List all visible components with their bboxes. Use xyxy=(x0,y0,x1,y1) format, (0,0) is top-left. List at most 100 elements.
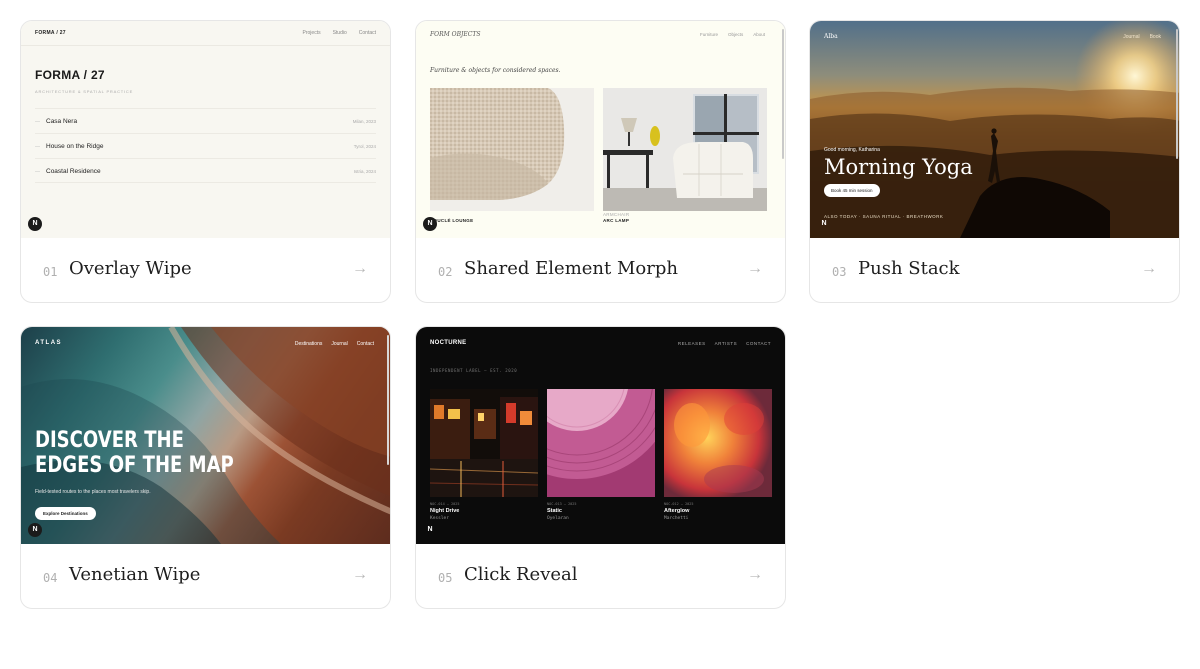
badge-icon: N xyxy=(423,217,437,231)
sunset-mountain-image xyxy=(810,21,1179,238)
arrow-right-icon[interactable]: → xyxy=(747,566,763,584)
preview-nav-item: Contact xyxy=(358,30,376,36)
arrow-right-icon[interactable]: → xyxy=(352,260,368,278)
preview-heading: Morning Yoga xyxy=(824,155,973,179)
preview-logo: Alba xyxy=(824,33,838,40)
project-name: Casa Nera xyxy=(46,118,78,125)
card-title: Venetian Wipe xyxy=(69,564,201,585)
dash-icon: — xyxy=(35,119,40,125)
book-session-button: Book 45 min session xyxy=(824,184,880,197)
badge-icon: N xyxy=(28,523,42,537)
arrow-right-icon[interactable]: → xyxy=(352,566,368,584)
preview-nav-item: RELEASES xyxy=(677,341,706,346)
card-preview: FORM OBJECTS Furniture Objects About Furni… xyxy=(416,21,785,238)
release-cover-afterglow xyxy=(664,389,772,497)
preview-tagline: INDEPENDENT LABEL — EST. 2020 xyxy=(430,368,518,373)
preview-nav: RELEASES ARTISTS CONTACT xyxy=(669,341,771,346)
greeting-text: Good morning, Katharina xyxy=(824,147,880,153)
preview-nav-item: Journal xyxy=(1123,34,1140,40)
release-meta: NOC-012 — 2025 xyxy=(664,502,694,506)
preview-nav-item: Furniture xyxy=(699,32,718,37)
preview-nav-item: Objects xyxy=(727,32,744,37)
preview-logo: FORM OBJECTS xyxy=(430,31,481,38)
badge-icon: N xyxy=(28,217,42,231)
project-name: Coastal Residence xyxy=(46,168,101,175)
arrow-right-icon[interactable]: → xyxy=(747,260,763,278)
preview-scrollbar xyxy=(1176,29,1178,160)
release-name: Night Drive xyxy=(430,508,460,514)
preview-description: Field-tested routes to the places most t… xyxy=(35,489,151,495)
transition-card-push-stack[interactable]: Alba Journal Book Good morning, Katharina… xyxy=(809,20,1180,303)
preview-tagline: Furniture & objects for considered space… xyxy=(430,67,561,74)
product-image-boucle-chair xyxy=(430,88,594,211)
transition-card-venetian-wipe[interactable]: ATLAS Destinations Journal Contact DISCOVE… xyxy=(20,326,391,609)
badge-icon: N xyxy=(427,526,433,533)
card-title: Shared Element Morph xyxy=(464,258,678,279)
card-number: 02 xyxy=(438,265,453,279)
transition-card-overlay-wipe[interactable]: FORMA / 27 Projects Studio Contact FORMA /… xyxy=(20,20,391,303)
release-name: Static xyxy=(547,508,562,514)
arrow-right-icon[interactable]: → xyxy=(1141,260,1157,278)
card-title: Click Reveal xyxy=(464,564,578,585)
release-artist: Oyelaran xyxy=(547,516,569,521)
transition-card-shared-element-morph[interactable]: FORM OBJECTS Furniture Objects About Furni… xyxy=(415,20,786,303)
project-row: — Casa Nera Milan, 2023 xyxy=(35,108,376,133)
release-meta: NOC-014 — 2025 xyxy=(430,502,460,506)
card-footer: 01 Overlay Wipe → xyxy=(21,238,390,302)
project-name: House on the Ridge xyxy=(46,143,104,150)
preview-nav-item: Destinations xyxy=(294,341,323,347)
explore-destinations-button: Explore Destinations xyxy=(35,507,96,520)
card-preview: ATLAS Destinations Journal Contact DISCOVE… xyxy=(21,327,390,544)
release-cover-static xyxy=(547,389,655,497)
card-footer: 03 Push Stack → xyxy=(810,238,1179,302)
preview-subtitle: ARCHITECTURE & SPATIAL PRACTICE xyxy=(35,89,134,94)
dash-icon: — xyxy=(35,169,40,175)
card-footer: 02 Shared Element Morph → xyxy=(416,238,785,302)
badge-icon: N xyxy=(821,220,827,227)
transition-card-click-reveal[interactable]: NOCTURNE RELEASES ARTISTS CONTACT INDEPEND… xyxy=(415,326,786,609)
project-meta: Tyrol, 2024 xyxy=(353,144,376,149)
preview-nav: Furniture Objects About xyxy=(690,32,765,37)
preview-nav-item: Contact xyxy=(356,341,374,347)
preview-nav: Destinations Journal Contact xyxy=(286,341,374,347)
also-today-text: ALSO TODAY · SAUNA RITUAL · BREATHWORK xyxy=(824,214,944,219)
release-artist: Kessler xyxy=(430,516,449,521)
card-number: 04 xyxy=(43,571,58,585)
project-row: — House on the Ridge Tyrol, 2024 xyxy=(35,133,376,158)
card-preview: NOCTURNE RELEASES ARTISTS CONTACT INDEPEND… xyxy=(416,327,785,544)
release-artist: Marchetti xyxy=(664,516,689,521)
card-footer: 04 Venetian Wipe → xyxy=(21,544,390,608)
card-preview: FORMA / 27 Projects Studio Contact FORMA /… xyxy=(21,21,390,238)
dash-icon: — xyxy=(35,144,40,150)
project-row: — Coastal Residence Istria, 2024 xyxy=(35,158,376,183)
project-meta: Istria, 2024 xyxy=(353,169,376,174)
preview-heading: DISCOVER THE EDGES OF THE MAP xyxy=(35,428,234,478)
release-name: Afterglow xyxy=(664,508,690,514)
release-cover-night-drive xyxy=(430,389,538,497)
card-number: 05 xyxy=(438,571,453,585)
product-caption: ARMCHAIR xyxy=(603,212,630,217)
preview-nav: Projects Studio Contact xyxy=(291,30,376,36)
preview-heading: FORMA / 27 xyxy=(35,68,105,82)
preview-navbar: FORMA / 27 Projects Studio Contact xyxy=(21,21,390,46)
preview-nav-item: Journal xyxy=(331,341,348,347)
card-number: 03 xyxy=(832,265,847,279)
preview-nav-item: Book xyxy=(1149,34,1161,40)
product-caption: ARC LAMP xyxy=(603,218,630,223)
product-image-armchair xyxy=(603,88,767,211)
card-title: Overlay Wipe xyxy=(69,258,192,279)
card-number: 01 xyxy=(43,265,58,279)
preview-scrollbar xyxy=(387,335,389,466)
card-preview: Alba Journal Book Good morning, Katharina… xyxy=(810,21,1179,238)
preview-nav-item: Projects xyxy=(302,30,321,36)
preview-nav-item: About xyxy=(753,32,765,37)
card-title: Push Stack xyxy=(858,258,960,279)
preview-nav-item: CONTACT xyxy=(746,341,771,346)
preview-nav: Journal Book xyxy=(1113,34,1161,40)
preview-logo: ATLAS xyxy=(35,340,63,346)
card-footer: 05 Click Reveal → xyxy=(416,544,785,608)
release-meta: NOC-013 — 2025 xyxy=(547,502,577,506)
preview-logo: NOCTURNE xyxy=(430,340,467,346)
preview-nav-item: Studio xyxy=(332,30,347,36)
project-meta: Milan, 2023 xyxy=(352,119,376,124)
